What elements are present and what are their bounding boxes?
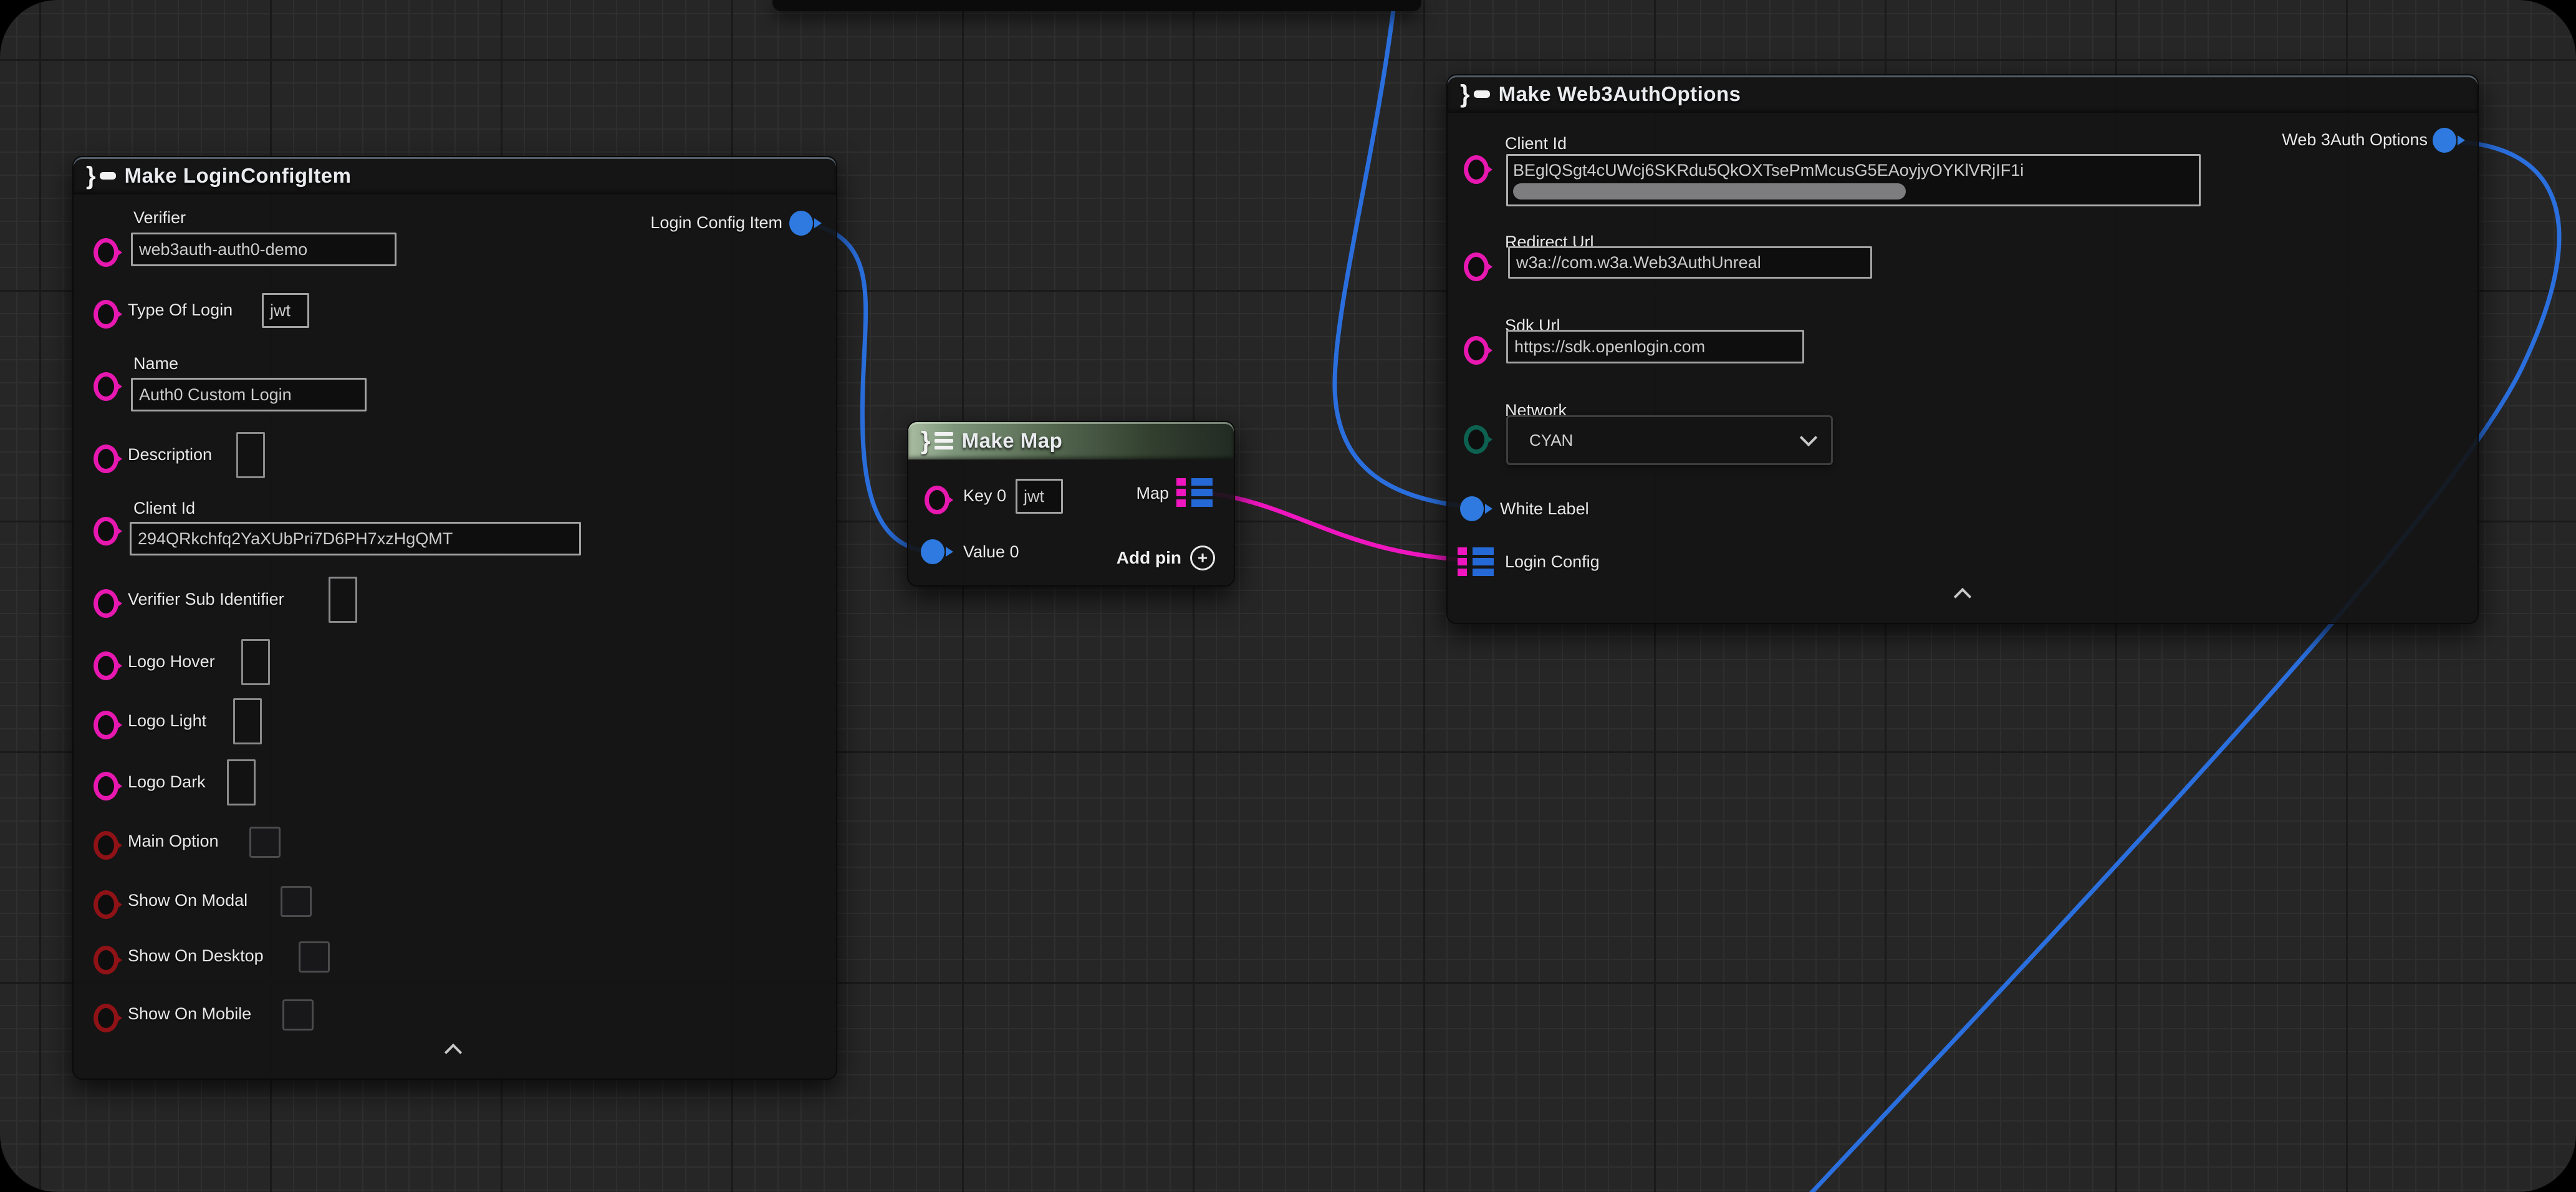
chevron-up-icon bbox=[1954, 588, 1971, 605]
show-on-mobile-checkbox[interactable] bbox=[282, 999, 314, 1031]
input-pin-show-on-desktop[interactable] bbox=[94, 946, 118, 974]
input-pin-client-id[interactable] bbox=[94, 517, 118, 546]
add-pin-icon: + bbox=[1190, 546, 1215, 570]
blueprint-editor: { "colors": { "wire_blue": "#2a6fdd", "w… bbox=[0, 0, 2576, 1192]
pin-label-client-id: Client Id bbox=[1505, 134, 1567, 153]
pin-label-show-on-mobile: Show On Mobile bbox=[128, 1004, 251, 1024]
pin-label-show-on-desktop: Show On Desktop bbox=[128, 946, 264, 966]
pin-label-login-config: Login Config bbox=[1505, 552, 1600, 572]
node-title: Make LoginConfigItem bbox=[125, 164, 352, 188]
type-of-login-field[interactable]: jwt bbox=[262, 293, 309, 328]
output-pin-map[interactable] bbox=[1176, 478, 1213, 507]
node-header[interactable]: } Make LoginConfigItem bbox=[74, 157, 836, 195]
logo-dark-field[interactable] bbox=[227, 759, 256, 805]
input-pin-logo-light[interactable] bbox=[94, 711, 118, 739]
pin-label-logo-light: Logo Light bbox=[128, 711, 206, 731]
collapse-node-button[interactable] bbox=[435, 1041, 472, 1066]
input-pin-login-config[interactable] bbox=[1458, 547, 1494, 576]
pin-label-verifier: Verifier bbox=[133, 208, 186, 228]
offscreen-node-edge[interactable] bbox=[772, 0, 1421, 11]
show-on-desktop-checkbox[interactable] bbox=[299, 941, 330, 973]
pin-label-logo-hover: Logo Hover bbox=[128, 652, 215, 671]
graph-canvas[interactable]: } Make LoginConfigItem Login Config Item… bbox=[0, 0, 2576, 1192]
node-header[interactable]: } Make Web3AuthOptions bbox=[1448, 75, 2477, 113]
make-struct-icon: } bbox=[86, 163, 116, 188]
output-pin-login-config-item[interactable] bbox=[789, 211, 813, 236]
pin-label-login-config-item: Login Config Item bbox=[650, 213, 782, 233]
pin-label-type-of-login: Type Of Login bbox=[128, 300, 233, 320]
show-on-modal-checkbox[interactable] bbox=[281, 886, 312, 917]
pin-label-name: Name bbox=[133, 354, 178, 373]
input-pin-white-label[interactable] bbox=[1460, 496, 1484, 521]
wire-map-to-loginconfig[interactable] bbox=[1213, 494, 1465, 560]
input-pin-main-option[interactable] bbox=[94, 831, 118, 860]
chevron-up-icon bbox=[445, 1044, 462, 1061]
client-id-field[interactable]: 294QRkchfq2YaXUbPri7D6PH7xzHgQMT bbox=[130, 522, 581, 555]
chevron-down-icon bbox=[1800, 429, 1817, 446]
name-field[interactable]: Auth0 Custom Login bbox=[131, 378, 367, 411]
client-id-scrollbar[interactable] bbox=[1513, 183, 1906, 199]
input-pin-key0[interactable] bbox=[925, 486, 949, 514]
pin-label-main-option: Main Option bbox=[128, 832, 219, 851]
pin-label-map: Map bbox=[1136, 484, 1169, 503]
logo-hover-field[interactable] bbox=[241, 639, 270, 685]
pin-label-white-label: White Label bbox=[1500, 499, 1589, 519]
pin-label-show-on-modal: Show On Modal bbox=[128, 891, 248, 910]
sdk-url-field[interactable]: https://sdk.openlogin.com bbox=[1506, 330, 1804, 363]
pin-label-description: Description bbox=[128, 445, 212, 464]
input-pin-redirect-url[interactable] bbox=[1464, 252, 1489, 281]
verifier-sub-identifier-field[interactable] bbox=[329, 577, 357, 623]
description-field[interactable] bbox=[236, 432, 265, 478]
node-make-loginconfigitem[interactable]: } Make LoginConfigItem Login Config Item… bbox=[72, 156, 837, 1080]
node-title: Make Web3AuthOptions bbox=[1499, 82, 1741, 106]
network-dropdown[interactable]: CYAN bbox=[1506, 415, 1833, 465]
input-pin-value0[interactable] bbox=[921, 539, 944, 564]
make-struct-icon: } bbox=[1460, 82, 1490, 107]
input-pin-logo-dark[interactable] bbox=[94, 772, 118, 800]
client-id-field[interactable]: BEglQSgt4cUWcj6SKRdu5QkOXTsePmMcusG5EAoy… bbox=[1506, 154, 2201, 206]
input-pin-type-of-login[interactable] bbox=[94, 300, 118, 329]
main-option-checkbox[interactable] bbox=[249, 827, 281, 858]
node-make-map[interactable]: } Make Map Key 0 jwt Map Value 0 Add pin… bbox=[907, 421, 1235, 587]
redirect-url-field[interactable]: w3a://com.w3a.Web3AuthUnreal bbox=[1508, 246, 1872, 279]
pin-label-web3auth-options: Web 3Auth Options bbox=[2282, 130, 2428, 150]
input-pin-sdk-url[interactable] bbox=[1464, 336, 1489, 365]
pin-label-logo-dark: Logo Dark bbox=[128, 772, 206, 792]
pin-label-key0: Key 0 bbox=[963, 486, 1006, 506]
verifier-field[interactable]: web3auth-auth0-demo bbox=[131, 233, 396, 266]
output-pin-web3auth-options[interactable] bbox=[2433, 128, 2456, 153]
input-pin-name[interactable] bbox=[94, 372, 118, 401]
pin-label-client-id: Client Id bbox=[133, 499, 195, 518]
input-pin-show-on-modal[interactable] bbox=[94, 890, 118, 919]
input-pin-verifier-sub-identifier[interactable] bbox=[94, 589, 118, 618]
node-title: Make Map bbox=[962, 429, 1063, 453]
input-pin-description[interactable] bbox=[94, 445, 118, 473]
node-header[interactable]: } Make Map bbox=[908, 422, 1234, 459]
add-pin-button[interactable]: Add pin+ bbox=[1117, 546, 1215, 570]
pin-label-verifier-sub-identifier: Verifier Sub Identifier bbox=[128, 590, 284, 609]
input-pin-verifier[interactable] bbox=[94, 238, 118, 267]
pin-label-value0: Value 0 bbox=[963, 542, 1019, 562]
input-pin-logo-hover[interactable] bbox=[94, 651, 118, 680]
node-make-web3authoptions[interactable]: } Make Web3AuthOptions Web 3Auth Options… bbox=[1446, 74, 2479, 624]
collapse-node-button[interactable] bbox=[1944, 585, 1981, 610]
input-pin-show-on-mobile[interactable] bbox=[94, 1004, 118, 1032]
input-pin-network[interactable] bbox=[1464, 425, 1489, 454]
logo-light-field[interactable] bbox=[233, 698, 262, 744]
key0-field[interactable]: jwt bbox=[1016, 479, 1063, 514]
input-pin-client-id[interactable] bbox=[1464, 155, 1489, 184]
network-selected-value: CYAN bbox=[1529, 431, 1573, 450]
make-map-icon: } bbox=[921, 428, 953, 453]
